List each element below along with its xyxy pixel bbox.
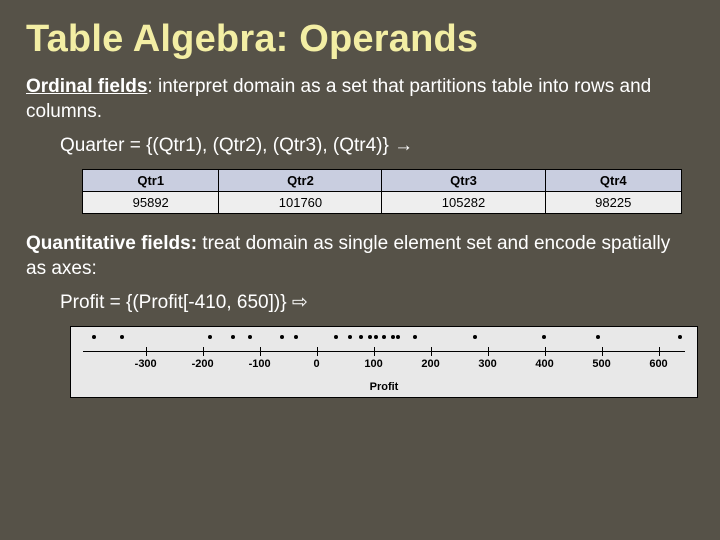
data-point <box>413 335 417 339</box>
col-header: Qtr1 <box>83 170 219 192</box>
axis-title: Profit <box>71 381 697 395</box>
profit-axis-chart: -300 -200 -100 0 100 200 300 400 500 600 Profit <box>70 326 698 398</box>
axis-tick-label: 200 <box>421 358 439 370</box>
quantitative-label: Quantitative fields: <box>26 233 197 254</box>
axis-tick <box>146 347 147 356</box>
table-cell: 98225 <box>545 192 681 214</box>
data-point <box>280 335 284 339</box>
col-header: Qtr3 <box>382 170 545 192</box>
ordinal-label: Ordinal fields <box>26 76 147 97</box>
data-point <box>374 335 378 339</box>
ordinal-example: Quarter = {(Qtr1), (Qtr2), (Qtr3), (Qtr4… <box>26 134 694 159</box>
axis-tick <box>545 347 546 356</box>
axis-tick <box>260 347 261 356</box>
axis-tick-label: -300 <box>135 358 157 370</box>
data-point <box>248 335 252 339</box>
axis-tick <box>203 347 204 356</box>
dot-strip <box>83 331 685 345</box>
axis-tick-label: -200 <box>192 358 214 370</box>
axis-tick-label: 0 <box>314 358 320 370</box>
slide: Table Algebra: Operands Ordinal fields: … <box>0 0 720 540</box>
axis-tick-label: 500 <box>592 358 610 370</box>
ordinal-paragraph: Ordinal fields: interpret domain as a se… <box>26 75 694 124</box>
data-point <box>678 335 682 339</box>
axis-tick <box>602 347 603 356</box>
data-point <box>334 335 338 339</box>
data-point <box>396 335 400 339</box>
axis-tick-label: 600 <box>649 358 667 370</box>
col-header: Qtr4 <box>545 170 681 192</box>
axis-tick <box>488 347 489 356</box>
table-row: 95892 101760 105282 98225 <box>83 192 682 214</box>
col-header: Qtr2 <box>219 170 382 192</box>
quantitative-example: Profit = {(Profit[-410, 650])} ⇨ <box>26 291 694 316</box>
table-cell: 105282 <box>382 192 545 214</box>
axis-tick <box>659 347 660 356</box>
data-point <box>368 335 372 339</box>
axis-tick-label: 400 <box>535 358 553 370</box>
axis-tick <box>374 347 375 356</box>
quarter-table: Qtr1 Qtr2 Qtr3 Qtr4 95892 101760 105282 … <box>82 169 682 214</box>
axis-line <box>83 351 685 352</box>
data-point <box>391 335 395 339</box>
axis-tick <box>431 347 432 356</box>
data-point <box>348 335 352 339</box>
slide-title: Table Algebra: Operands <box>26 18 694 61</box>
axis-tick-label: 100 <box>364 358 382 370</box>
data-point <box>120 335 124 339</box>
table-cell: 101760 <box>219 192 382 214</box>
axis-tick <box>317 347 318 356</box>
data-point <box>473 335 477 339</box>
table-header-row: Qtr1 Qtr2 Qtr3 Qtr4 <box>83 170 682 192</box>
data-point <box>382 335 386 339</box>
quantitative-paragraph: Quantitative fields: treat domain as sin… <box>26 232 694 281</box>
table-cell: 95892 <box>83 192 219 214</box>
data-point <box>359 335 363 339</box>
axis-tick-label: -100 <box>249 358 271 370</box>
data-point <box>208 335 212 339</box>
data-point <box>542 335 546 339</box>
data-point <box>294 335 298 339</box>
data-point <box>596 335 600 339</box>
axis-inner: -300 -200 -100 0 100 200 300 400 500 600 <box>83 331 685 381</box>
axis-tick-label: 300 <box>478 358 496 370</box>
data-point <box>231 335 235 339</box>
data-point <box>92 335 96 339</box>
